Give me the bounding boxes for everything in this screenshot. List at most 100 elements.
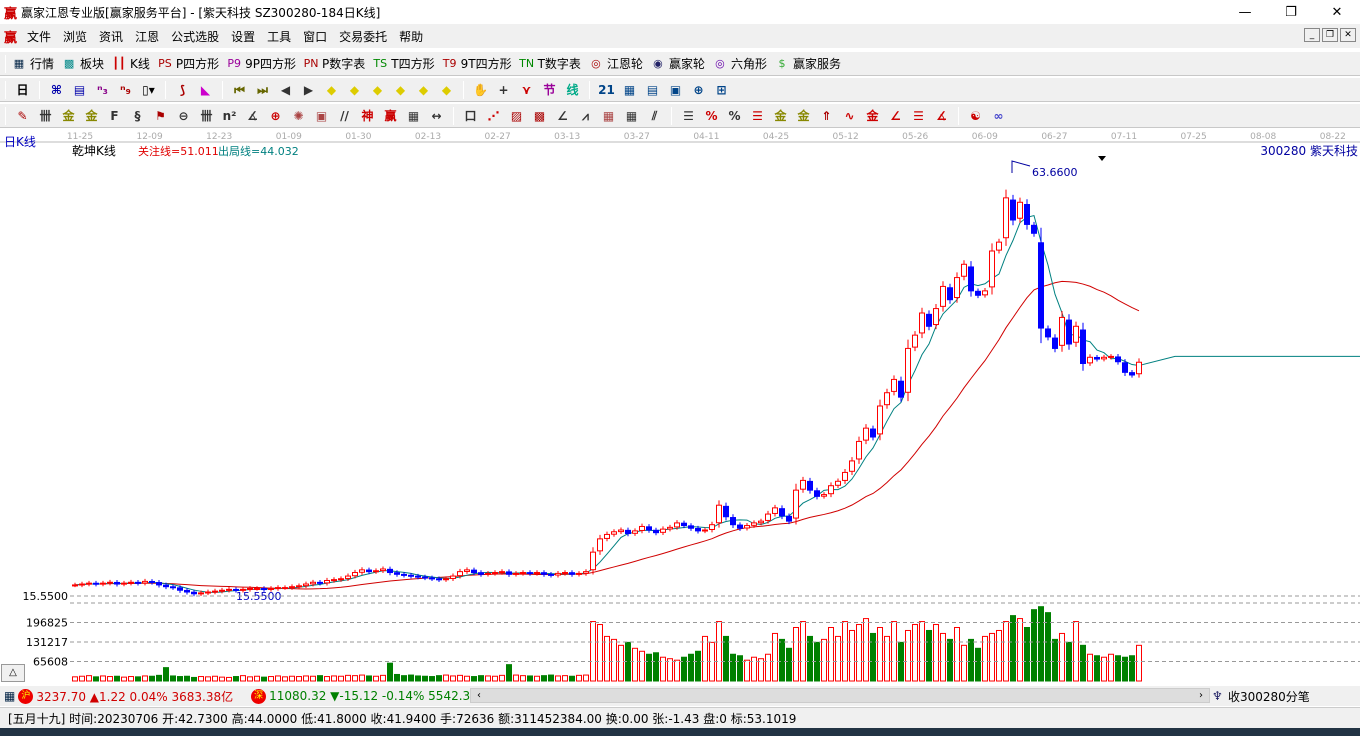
n2-icon[interactable]: n²: [221, 107, 239, 125]
connect-icon[interactable]: ⊞: [713, 81, 731, 99]
pct-lines-icon[interactable]: ☰: [749, 107, 767, 125]
menu-4[interactable]: 公式选股: [165, 28, 225, 45]
menu-6[interactable]: 工具: [261, 28, 297, 45]
report-icon[interactable]: ▤: [644, 81, 662, 99]
radar-icon[interactable]: ✺: [290, 107, 308, 125]
ying-icon[interactable]: 赢: [382, 107, 400, 125]
first-icon[interactable]: ⏮: [231, 81, 249, 99]
lines-icon[interactable]: 卌: [198, 107, 216, 125]
slash-icon[interactable]: //: [336, 107, 354, 125]
circle-icon[interactable]: ⊖: [175, 107, 193, 125]
fan-lines-icon[interactable]: ⋰: [485, 107, 503, 125]
target-icon[interactable]: ⊕: [267, 107, 285, 125]
calculator-icon[interactable]: ▦: [621, 81, 639, 99]
menu-0[interactable]: 文件: [21, 28, 57, 45]
toolbar-button-ps[interactable]: PS P四方形: [157, 55, 219, 72]
ruler-icon[interactable]: ☰: [680, 107, 698, 125]
toolbar-button-sector[interactable]: ▩ 板块: [61, 55, 104, 72]
toolbar-button-kline[interactable]: ┃┃ K线: [111, 55, 150, 72]
gold1-icon[interactable]: 金: [60, 107, 78, 125]
toolbar-button-p9[interactable]: P9 9P四方形: [226, 55, 296, 72]
pct-line-icon[interactable]: %: [703, 107, 721, 125]
indicator3-icon[interactable]: ⁿ₃: [94, 81, 112, 99]
angle2-icon[interactable]: ∠: [554, 107, 572, 125]
prev-icon[interactable]: ◀: [277, 81, 295, 99]
menu-8[interactable]: 交易委托: [333, 28, 393, 45]
zoom-in-icon[interactable]: ◆: [415, 81, 433, 99]
indicator9-icon[interactable]: ⁿ₉: [117, 81, 135, 99]
toolbar-button-big-wheel[interactable]: ◉ 赢家轮: [650, 55, 705, 72]
toolbar-button-tn[interactable]: TN T数字表: [519, 55, 581, 72]
restore-button[interactable]: ❐: [1268, 0, 1314, 24]
candle-type-icon[interactable]: ▯▾: [140, 81, 158, 99]
toolbar-button-pn[interactable]: PN P数字表: [303, 55, 366, 72]
section-icon[interactable]: 节: [541, 81, 559, 99]
menu-1[interactable]: 浏览: [57, 28, 93, 45]
toolbar-button-quote-table[interactable]: ▦ 行情: [11, 55, 54, 72]
mdi-close-button[interactable]: ✕: [1340, 28, 1356, 42]
toggle-panel-button[interactable]: △: [1, 664, 25, 682]
day-period-icon[interactable]: 日▾: [14, 81, 32, 115]
right-icon[interactable]: ◆: [346, 81, 364, 99]
pct-icon[interactable]: %: [726, 107, 744, 125]
last-icon[interactable]: ⏭: [254, 81, 272, 99]
infinity-icon[interactable]: ∞: [990, 107, 1008, 125]
gold-circle-icon[interactable]: 金: [772, 107, 790, 125]
arrow-icon[interactable]: ⇑: [818, 107, 836, 125]
toolbar-button-dollar[interactable]: $ 赢家服务: [774, 55, 841, 72]
notes-icon[interactable]: ▤: [71, 81, 89, 99]
tick-data-label[interactable]: 收300280分笔: [1228, 688, 1310, 705]
menu-7[interactable]: 窗口: [297, 28, 333, 45]
network-icon[interactable]: ⊕: [690, 81, 708, 99]
zoom-out-icon[interactable]: ◆: [438, 81, 456, 99]
line-icon[interactable]: ⋎: [518, 81, 536, 99]
square-icon[interactable]: ▣: [313, 107, 331, 125]
spiral-icon[interactable]: §: [129, 107, 147, 125]
crosshair-icon[interactable]: +: [495, 81, 513, 99]
hand-icon[interactable]: ✋: [472, 81, 490, 99]
toolbar-button-gann-wheel[interactable]: ◎ 江恩轮: [588, 55, 643, 72]
kline-chart[interactable]: 11-25 12-09 12-23 01-09 01-30 02-13 02-27 03-13…: [0, 129, 1360, 685]
box-icon[interactable]: 口: [462, 107, 480, 125]
mix-icon[interactable]: ⟆: [174, 81, 192, 99]
shrink-icon[interactable]: ◆: [392, 81, 410, 99]
horizontal-scrollbar[interactable]: ‹ ›: [470, 688, 1210, 703]
f-icon[interactable]: F: [106, 107, 124, 125]
minimize-button[interactable]: —: [1222, 0, 1268, 24]
thread-icon[interactable]: 线: [564, 81, 582, 99]
menu-2[interactable]: 资讯: [93, 28, 129, 45]
quote-table-icon[interactable]: ▦: [4, 689, 15, 703]
angle3-icon[interactable]: ∠: [887, 107, 905, 125]
save-icon[interactable]: ▣: [667, 81, 685, 99]
mdi-restore-button[interactable]: ❐: [1322, 28, 1338, 42]
cal-icon[interactable]: ▦: [405, 107, 423, 125]
angle-icon[interactable]: ∡: [244, 107, 262, 125]
grid3-icon[interactable]: ▦: [623, 107, 641, 125]
zigzag-icon[interactable]: ⩘: [577, 107, 595, 125]
toolbar-button-t9[interactable]: T9 9T四方形: [442, 55, 512, 72]
calendar-icon[interactable]: 21: [598, 81, 616, 99]
mdi-minimize-button[interactable]: _: [1304, 28, 1320, 42]
yin-yang-icon[interactable]: ☯: [967, 107, 985, 125]
close-button[interactable]: ✕: [1314, 0, 1360, 24]
parallel-icon[interactable]: ⫽: [646, 107, 664, 125]
expand-icon[interactable]: ◆: [369, 81, 387, 99]
box-fan-icon[interactable]: ▨: [508, 107, 526, 125]
toolbar-button-hexagon[interactable]: ◎ 六角形: [712, 55, 767, 72]
angle4-icon[interactable]: ∡: [933, 107, 951, 125]
pen-icon[interactable]: ✎: [14, 107, 32, 125]
left-icon[interactable]: ◆: [323, 81, 341, 99]
chart-type-icon[interactable]: ⌘: [48, 81, 66, 99]
grid2-icon[interactable]: ▦: [600, 107, 618, 125]
grid-icon[interactable]: 卌: [37, 107, 55, 125]
flag-icon[interactable]: ◣: [197, 81, 215, 99]
lines3-icon[interactable]: ☰: [910, 107, 928, 125]
shanghai-index[interactable]: 3237.70 ▲1.22 0.04% 3683.38亿: [36, 688, 233, 705]
next-icon[interactable]: ▶: [300, 81, 318, 99]
shenzhen-index[interactable]: 11080.32 ▼-15.12 -0.14% 5542.38: [269, 689, 478, 703]
box-fan2-icon[interactable]: ▩: [531, 107, 549, 125]
gold2-icon[interactable]: 金: [83, 107, 101, 125]
toolbar-button-ts[interactable]: TS T四方形: [372, 55, 434, 72]
menu-3[interactable]: 江恩: [129, 28, 165, 45]
scroll-left-button[interactable]: ‹: [471, 688, 487, 703]
